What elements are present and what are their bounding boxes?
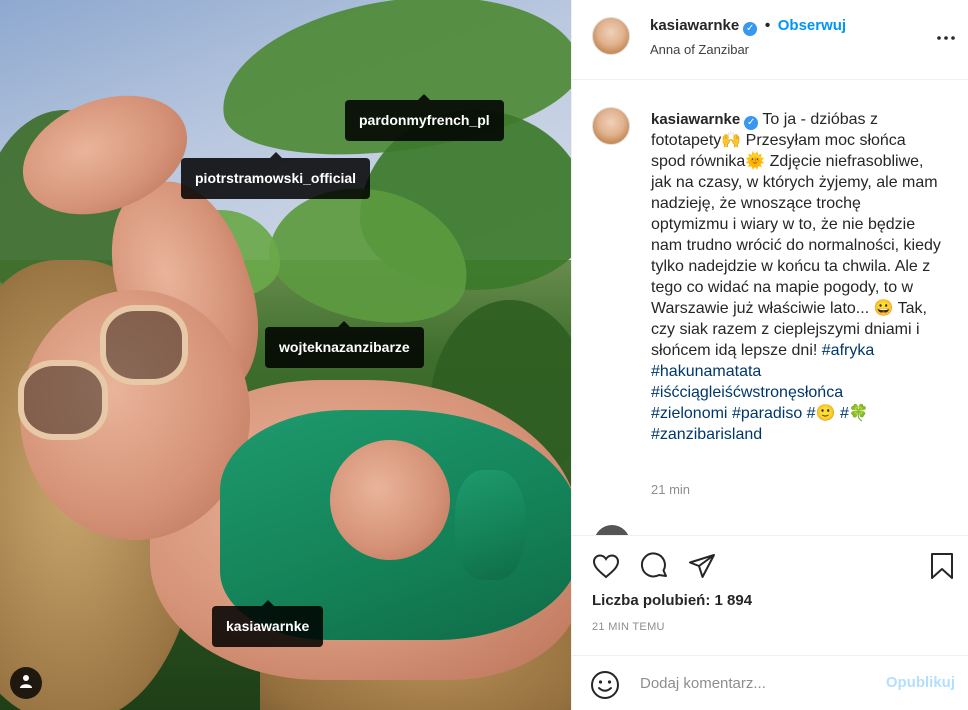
hash-prefix: # (839, 405, 849, 422)
share-button[interactable] (686, 550, 718, 582)
next-comment-avatar (594, 525, 630, 535)
header-username[interactable]: kasiawarnke (650, 17, 739, 34)
post-comment-button[interactable]: Opublikuj (886, 674, 955, 691)
caption-username[interactable]: kasiawarnke (651, 111, 740, 128)
photo-tag-wojteknazanzibarze[interactable]: wojteknazanzibarze (265, 321, 424, 368)
more-options-icon[interactable] (934, 26, 958, 50)
heart-icon (592, 554, 620, 579)
sunglasses-left (18, 360, 108, 440)
photo-tag-piotrstramowski[interactable]: piotrstramowski_official (181, 152, 371, 199)
comment-icon (641, 552, 667, 578)
hashtag-smile[interactable]: #🙂 (807, 405, 836, 422)
save-button[interactable] (926, 550, 958, 582)
sun-emoji-icon: 🌞 (745, 153, 766, 170)
post-header: kasiawarnke ✓ • Obserwuj Anna of Zanzibar (572, 0, 968, 80)
photo-tag-pardonmyfrench[interactable]: pardonmyfrench_pl (345, 94, 504, 141)
caption-text: kasiawarnke ✓ To ja - dzióbas z fototapet… (651, 109, 941, 445)
avatar[interactable] (592, 17, 630, 55)
hashtag-afryka[interactable]: #afryka (822, 342, 874, 359)
like-button[interactable] (590, 550, 622, 582)
grinning-emoji-icon: 😀 (873, 300, 894, 317)
verified-badge-icon: ✓ (743, 22, 758, 36)
smile-emoji-icon: 🙂 (815, 405, 836, 422)
sunglasses-right (100, 305, 188, 385)
likes-count[interactable]: Liczba polubień: 1 894 (592, 592, 752, 609)
hashtag-zanzibarisland[interactable]: #zanzibarisland (651, 426, 762, 443)
post-photo[interactable]: pardonmyfrench_pl piotrstramowski_offici… (0, 0, 571, 710)
chest (330, 440, 450, 560)
add-comment-bar: Opublikuj (572, 655, 968, 710)
raised-hands-emoji-icon: 🙌 (721, 132, 742, 149)
caption-part-3: Zdjęcie niefrasobliwe, jak na czasy, w k… (651, 153, 941, 317)
send-icon (689, 554, 715, 578)
hashtag-clover[interactable]: #🍀 (840, 405, 869, 422)
tagged-users-button[interactable] (10, 667, 42, 699)
user-icon (19, 674, 33, 693)
location-link[interactable]: Anna of Zanzibar (650, 42, 749, 57)
comments-area: kasiawarnke ✓ To ja - dzióbas z fototapet… (572, 81, 968, 535)
hashtag-iscciagleiscwstroneslonca[interactable]: #iśćciągleiśćwstronęsłońca (651, 384, 843, 401)
post-timestamp[interactable]: 21 MIN TEMU (592, 621, 665, 633)
hashtag-hakunamatata[interactable]: #hakunamatata (651, 363, 761, 380)
smiley-icon (591, 671, 619, 699)
hashtag-paradiso[interactable]: #paradiso (732, 405, 802, 422)
post-sidebar: kasiawarnke ✓ • Obserwuj Anna of Zanzibar… (571, 0, 968, 710)
clover-emoji-icon: 🍀 (848, 405, 869, 422)
emoji-picker-button[interactable] (590, 670, 620, 700)
comment-input[interactable] (640, 666, 870, 700)
hashtag-zielonomi[interactable]: #zielonomi (651, 405, 727, 422)
dot-separator: • (764, 17, 771, 34)
header-user-row: kasiawarnke ✓ • Obserwuj (650, 17, 846, 36)
verified-badge-icon: ✓ (744, 116, 759, 130)
bikini-knot (455, 470, 525, 580)
follow-button[interactable]: Obserwuj (778, 17, 846, 34)
photo-tag-kasiawarnke[interactable]: kasiawarnke (212, 600, 324, 647)
caption-time: 21 min (651, 482, 691, 497)
post-actions: Liczba polubień: 1 894 21 MIN TEMU (572, 535, 968, 643)
hash-prefix: # (806, 405, 816, 422)
comment-button[interactable] (639, 550, 671, 582)
caption-avatar[interactable] (592, 107, 630, 145)
bookmark-icon (931, 553, 953, 579)
